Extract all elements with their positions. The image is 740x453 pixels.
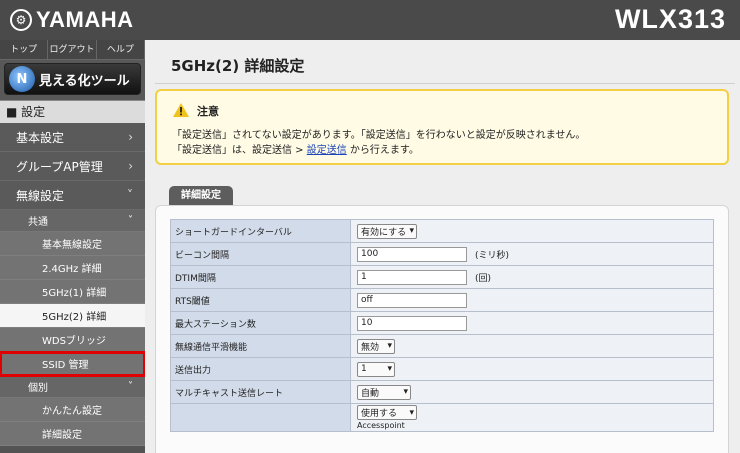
submenu-label: 共通	[28, 217, 48, 228]
chevron-down-icon: ˅	[128, 215, 133, 226]
menu-group-ap[interactable]: グループAP管理 ›	[0, 152, 145, 181]
setting-label: ショートガードインターバル	[170, 219, 351, 243]
sidebar-item-wds-bridge[interactable]: WDSブリッジ	[0, 328, 145, 352]
submenu-individual[interactable]: 個別 ˅	[0, 376, 145, 398]
dtim-interval-input[interactable]: 1	[357, 269, 467, 285]
sidebar-item-5ghz2-detail[interactable]: 5GHz(2) 詳細	[0, 304, 145, 328]
mode-sublabel: Accesspoint	[357, 421, 405, 430]
submenu-common[interactable]: 共通 ˅	[0, 210, 145, 232]
menu-wireless-settings[interactable]: 無線設定 ˅	[0, 181, 145, 210]
sidebar-item-detail-setup[interactable]: 詳細設定	[0, 422, 145, 446]
usage-select[interactable]: 使用する ▾	[357, 405, 417, 420]
notice-guide-suffix: から行えます。	[346, 145, 419, 156]
notice-title: 注意	[197, 105, 219, 118]
warning-icon	[173, 103, 189, 117]
notice-guide-text: 「設定送信」は、設定送信 >	[172, 145, 307, 156]
menu-label: 無線設定	[16, 188, 65, 203]
dropdown-arrow-icon: ▾	[403, 387, 408, 397]
menu-label: 基本設定	[16, 130, 65, 145]
sidebar-item-basic-wireless[interactable]: 基本無線設定	[0, 232, 145, 256]
dropdown-arrow-icon: ▾	[387, 364, 392, 374]
settings-panel: ショートガードインターバル 有効にする ▾ ビーコン間隔 100 (ミリ秒) DTI…	[155, 205, 729, 453]
table-row: DTIM間隔 1 (回)	[170, 265, 714, 289]
visual-tool-label: 見える化ツール	[39, 73, 130, 89]
table-row: 送信出力 1 ▾	[170, 357, 714, 381]
menu-basic-settings[interactable]: 基本設定 ›	[0, 123, 145, 152]
setting-label	[170, 403, 351, 432]
top-link-help[interactable]: ヘルプ	[97, 40, 145, 59]
unit-label: (回)	[475, 273, 492, 284]
visual-tool-icon: N	[9, 66, 35, 92]
setting-label: マルチキャスト送信レート	[170, 380, 351, 404]
visual-tool-button[interactable]: N 見える化ツール	[4, 63, 141, 95]
brand-name: YAMAHA	[36, 7, 134, 32]
dropdown-arrow-icon: ▾	[409, 226, 414, 236]
send-settings-link[interactable]: 設定送信	[307, 145, 347, 156]
table-row: 使用する ▾ Accesspoint	[170, 403, 714, 432]
page-title: 5GHz(2) 詳細設定	[171, 57, 305, 75]
setting-label: 最大ステーション数	[170, 311, 351, 335]
dropdown-arrow-icon: ▾	[409, 407, 414, 418]
tx-power-select[interactable]: 1 ▾	[357, 361, 395, 377]
yamaha-tuning-fork-icon: ⚙	[10, 9, 32, 31]
top-link-home[interactable]: トップ	[0, 40, 49, 59]
table-row: ショートガードインターバル 有効にする ▾	[170, 219, 714, 243]
chevron-right-icon: ›	[128, 159, 133, 173]
table-row: ビーコン間隔 100 (ミリ秒)	[170, 242, 714, 266]
visual-tool-area: N 見える化ツール	[0, 60, 145, 100]
header-bar: ⚙ YAMAHA WLX313	[0, 0, 740, 40]
setting-label: 無線通信平滑機能	[170, 334, 351, 358]
menu-label: グループAP管理	[16, 159, 103, 174]
top-links: トップ ログアウト ヘルプ	[0, 40, 145, 60]
short-gi-select[interactable]: 有効にする ▾	[357, 223, 417, 239]
yamaha-logo[interactable]: ⚙ YAMAHA	[10, 7, 134, 33]
model-name: WLX313	[614, 4, 726, 34]
beacon-interval-input[interactable]: 100	[357, 246, 467, 262]
notice-box: 注意 「設定送信」されてない設定があります。「設定送信」を行わないと設定が反映さ…	[155, 89, 729, 165]
notice-guide: 「設定送信」は、設定送信 > 設定送信 から行えます。	[172, 141, 419, 156]
table-row: 無線通信平滑機能 無効 ▾	[170, 334, 714, 358]
setting-label: RTS閾値	[170, 288, 351, 312]
sidebar: トップ ログアウト ヘルプ N 見える化ツール ■ 設定 基本設定 › グループ…	[0, 40, 146, 453]
rts-threshold-input[interactable]: off	[357, 292, 467, 308]
smoothing-select[interactable]: 無効 ▾	[357, 338, 395, 354]
table-row: マルチキャスト送信レート 自動 ▾	[170, 380, 714, 404]
sidebar-item-5ghz1-detail[interactable]: 5GHz(1) 詳細	[0, 280, 145, 304]
setting-label: 送信出力	[170, 357, 351, 381]
sidebar-item-ssid-management[interactable]: SSID 管理	[0, 351, 146, 377]
unit-label: (ミリ秒)	[475, 250, 510, 261]
chevron-down-icon: ˅	[127, 188, 133, 202]
main-content: 5GHz(2) 詳細設定 注意 「設定送信」されてない設定があります。「設定送信…	[145, 40, 740, 453]
sidebar-item-24ghz-detail[interactable]: 2.4GHz 詳細	[0, 256, 145, 280]
sidebar-item-easy-setup[interactable]: かんたん設定	[0, 398, 145, 422]
table-row: 最大ステーション数 10	[170, 311, 714, 335]
setting-label: DTIM間隔	[170, 265, 351, 289]
tab-detail-settings[interactable]: 詳細設定	[169, 186, 233, 205]
max-stations-input[interactable]: 10	[357, 315, 467, 331]
settings-table: ショートガードインターバル 有効にする ▾ ビーコン間隔 100 (ミリ秒) DTI…	[170, 219, 714, 432]
table-row: RTS閾値 off	[170, 288, 714, 312]
top-link-logout[interactable]: ログアウト	[48, 40, 97, 59]
multicast-rate-select[interactable]: 自動 ▾	[357, 384, 411, 400]
title-divider	[155, 83, 735, 84]
dropdown-arrow-icon: ▾	[387, 341, 392, 351]
submenu-label: 個別	[28, 383, 48, 394]
notice-message: 「設定送信」されてない設定があります。「設定送信」を行わないと設定が反映されませ…	[172, 130, 586, 141]
chevron-right-icon: ›	[128, 130, 133, 144]
chevron-down-icon: ˅	[128, 381, 133, 392]
settings-section-header: ■ 設定	[0, 100, 145, 123]
setting-label: ビーコン間隔	[170, 242, 351, 266]
